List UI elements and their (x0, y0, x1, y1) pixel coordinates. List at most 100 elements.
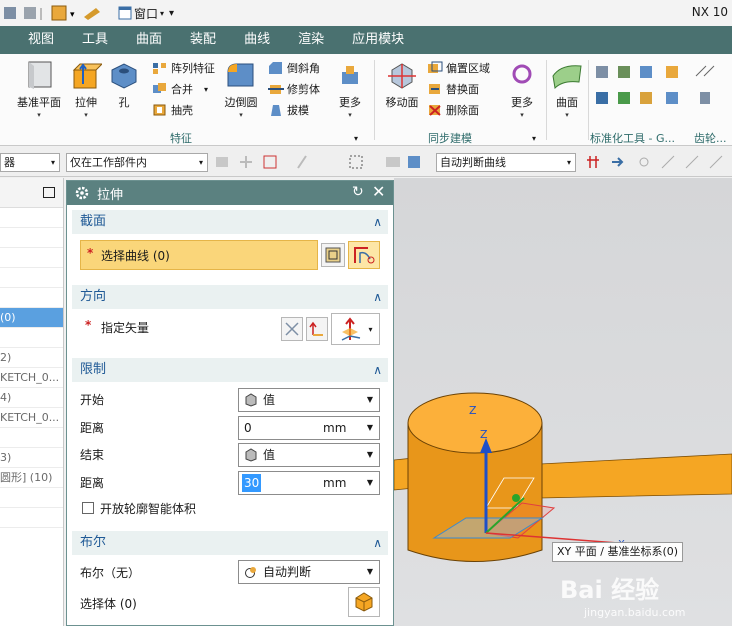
z-axis-label-upper: Z (469, 404, 477, 417)
tab-assembly[interactable]: 装配 (176, 26, 230, 54)
sync-group-expand-icon[interactable]: ▾ (532, 134, 536, 143)
more-features-button[interactable]: 更多 ▾ (334, 60, 366, 120)
section-header[interactable]: 截面 ∧ (72, 210, 388, 234)
datum-plane-button[interactable]: 基准平面 ▾ (16, 60, 62, 120)
vector-type-dropdown[interactable]: ▾ (331, 313, 380, 345)
qat-icons-mid[interactable]: ▾ (48, 3, 112, 23)
dialog-title-bar: 拉伸 ↻ ✕ (67, 181, 393, 205)
tab-application[interactable]: 应用模块 (338, 26, 418, 54)
limits-header[interactable]: 限制 ∧ (72, 358, 388, 382)
qat-icons-left[interactable] (0, 3, 50, 23)
distance1-label: 距离 (80, 421, 105, 435)
extrude-icon (72, 63, 102, 89)
draft-button[interactable]: 拔模 (268, 102, 309, 118)
surface-button[interactable]: 曲面 ▾ (550, 60, 584, 120)
save-icon[interactable] (2, 4, 48, 22)
end-distance-input[interactable]: 30 mm ▼ (238, 471, 380, 495)
navigator-row[interactable] (0, 328, 63, 348)
part-navigator: (0) 2) KETCH_0... 4) KETCH_0... 3) 圆形] (10) (0, 178, 64, 626)
tooltip: XY 平面 / 基准坐标系(0) (552, 542, 684, 562)
edge-blend-button[interactable]: 边倒圆 ▾ (222, 60, 260, 120)
navigator-row[interactable] (0, 208, 63, 228)
limits-group: 限制 ∧ 开始 值 ▼ 距离 0 mm ▼ 结束 值 ▼ 距离 30 mm ▼ … (72, 358, 388, 524)
navigator-row[interactable]: 2) (0, 348, 63, 368)
tab-tools[interactable]: 工具 (68, 26, 122, 54)
navigator-header (0, 178, 63, 208)
collapse-icon[interactable]: ∧ (373, 531, 382, 555)
end-option-select[interactable]: 值 ▼ (238, 443, 380, 467)
pattern-feature-button[interactable]: 阵列特征 (152, 60, 215, 76)
navigator-row[interactable]: 4) (0, 388, 63, 408)
replace-face-button[interactable]: 替换面 (427, 81, 479, 97)
type-filter-combo[interactable]: 器 ▾ (0, 153, 60, 172)
tab-render[interactable]: 渲染 (284, 26, 338, 54)
collapse-icon[interactable]: ∧ (373, 358, 382, 382)
tab-curve[interactable]: 曲线 (230, 26, 284, 54)
open-profile-checkbox[interactable] (82, 502, 94, 514)
navigator-row[interactable]: KETCH_0... (0, 408, 63, 428)
section-group: 截面 ∧ * 选择曲线 (0) (72, 210, 388, 276)
selection-scope-combo[interactable]: 仅在工作部件内 ▾ (66, 153, 208, 172)
vector-dialog-button[interactable] (306, 317, 328, 341)
shell-button[interactable]: 抽壳 (152, 102, 193, 118)
unite-button[interactable]: 合并 ▾ (152, 81, 208, 97)
group-feature-label: 特征 (170, 132, 192, 145)
offset-region-button[interactable]: 偏置区域 (427, 60, 490, 76)
hole-button[interactable]: 孔 (108, 60, 140, 110)
gear-icon[interactable] (75, 186, 89, 200)
reverse-direction-button[interactable] (281, 317, 303, 341)
trim-body-button[interactable]: 修剪体 (268, 81, 320, 97)
direction-group: 方向 ∧ * 指定矢量 ▾ (72, 285, 388, 349)
navigator-row[interactable] (0, 248, 63, 268)
start-option-select[interactable]: 值 ▼ (238, 388, 380, 412)
select-curve-row[interactable]: * 选择曲线 (0) (80, 240, 318, 270)
collapse-icon[interactable]: ∧ (373, 210, 382, 234)
delete-face-button[interactable]: 删除面 (427, 102, 479, 118)
surface-icon (552, 65, 582, 90)
start-distance-input[interactable]: 0 mm ▼ (238, 416, 380, 440)
navigator-row[interactable]: 3) (0, 448, 63, 468)
close-icon[interactable]: ✕ (372, 182, 385, 201)
customize-icon[interactable]: ▾ (169, 8, 174, 19)
navigator-row[interactable] (0, 508, 63, 528)
group-gear-label: 齿轮... (694, 132, 727, 145)
reset-icon[interactable]: ↻ (352, 184, 364, 200)
collapse-icon[interactable]: ∧ (373, 285, 382, 309)
curve-button[interactable] (348, 241, 380, 269)
navigator-row[interactable]: 圆形] (10) (0, 468, 63, 488)
required-marker: * (85, 318, 92, 332)
snap-icons[interactable] (214, 154, 428, 173)
maximize-icon[interactable] (43, 187, 55, 198)
curve-tool-icons[interactable] (586, 154, 732, 173)
direction-header[interactable]: 方向 ∧ (72, 285, 388, 309)
extrude-button[interactable]: 拉伸 ▾ (68, 60, 104, 120)
navigator-row[interactable]: KETCH_0... (0, 368, 63, 388)
delete-face-icon (429, 105, 441, 116)
curve-rule-combo[interactable]: 自动判断曲线 ▾ (436, 153, 576, 172)
chevron-down-icon: ▾ (198, 158, 203, 167)
feature-group-expand-icon[interactable]: ▾ (354, 134, 358, 143)
navigator-row[interactable] (0, 268, 63, 288)
tab-view[interactable]: 视图 (0, 26, 68, 54)
navigator-row[interactable]: (0) (0, 308, 63, 328)
boolean-option-select[interactable]: 自动判断 ▼ (238, 560, 380, 584)
select-body-button[interactable] (348, 587, 380, 617)
tab-surface[interactable]: 曲面 (122, 26, 176, 54)
drag-handle[interactable] (512, 494, 520, 502)
standard-tools-icons[interactable] (596, 64, 732, 115)
sketch-section-button[interactable] (321, 243, 345, 267)
chamfer-button[interactable]: 倒斜角 (268, 60, 320, 76)
datum-plane-icon (28, 61, 52, 89)
navigator-row[interactable] (0, 288, 63, 308)
more-sync-button[interactable]: 更多 ▾ (506, 60, 538, 120)
graphics-viewport[interactable]: Z Z X Bai 经验 jingyan.baidu.com XY 平面 / 基… (394, 178, 732, 626)
hole-icon (111, 63, 137, 89)
chevron-down-icon: ▾ (520, 111, 524, 119)
boolean-header[interactable]: 布尔 ∧ (72, 531, 388, 555)
window-menu[interactable]: 窗口 ▾ ▾ (116, 3, 176, 23)
chevron-down-icon: ▾ (368, 324, 373, 334)
move-face-button[interactable]: 移动面 (382, 60, 422, 110)
navigator-row[interactable] (0, 488, 63, 508)
navigator-row[interactable] (0, 228, 63, 248)
navigator-row[interactable] (0, 428, 63, 448)
